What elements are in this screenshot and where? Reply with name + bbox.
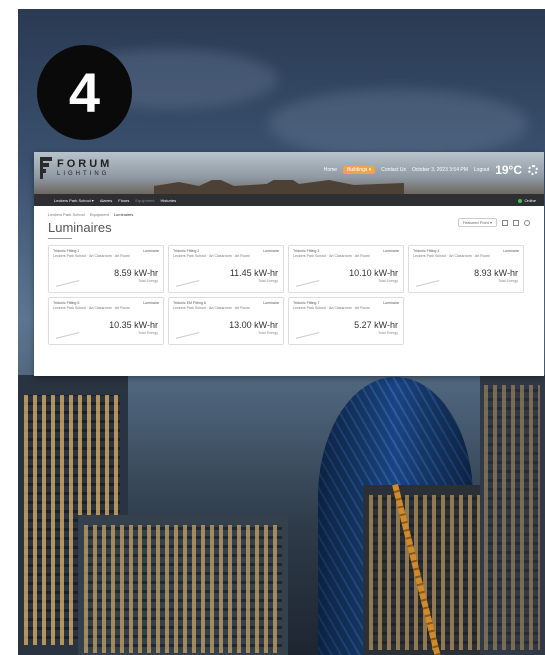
- nav-buildings[interactable]: Buildings ▾: [343, 166, 376, 174]
- featured-point-select[interactable]: Featured Point ▾: [457, 218, 497, 227]
- card-energy-value: 10.35 kW-hr: [109, 320, 158, 330]
- card-location: Leckers Park School · Art Classroom · Ar…: [173, 254, 250, 258]
- card-location: Leckers Park School · Art Classroom · Ar…: [53, 306, 130, 310]
- card-energy-value: 5.27 kW-hr: [354, 320, 398, 330]
- card-type: Luminaire: [383, 301, 399, 305]
- luminaire-icon: [54, 327, 80, 339]
- luminaire-icon: [414, 275, 440, 287]
- logo-mark-icon: [40, 157, 52, 179]
- gear-icon[interactable]: [528, 165, 538, 175]
- subnav-floors[interactable]: Floors: [118, 198, 129, 203]
- sub-navigation: Leckers Park School ▾ Alarms Floors Equi…: [34, 194, 544, 206]
- breadcrumb-equipment[interactable]: Equipment: [90, 212, 109, 217]
- nav-logout[interactable]: Logout: [474, 167, 489, 173]
- card-type: Luminaire: [383, 249, 399, 253]
- top-navigation: Home Buildings ▾ Contact Us October 3, 2…: [324, 163, 538, 177]
- nav-home[interactable]: Home: [324, 167, 337, 173]
- luminaire-icon: [54, 275, 80, 287]
- card-energy-value: 8.59 kW-hr: [114, 268, 158, 278]
- subnav-school[interactable]: Leckers Park School ▾: [54, 198, 94, 203]
- card-energy-label: Total Energy: [258, 279, 278, 283]
- header-banner: FORUM LIGHTING Home Buildings ▾ Contact …: [34, 152, 544, 194]
- logo-line1: FORUM: [57, 158, 113, 170]
- luminaire-icon: [174, 327, 200, 339]
- temperature-readout: 19°C: [495, 163, 522, 177]
- breadcrumb-current: Luminaires: [113, 212, 134, 217]
- card-type: Luminaire: [263, 249, 279, 253]
- card-energy-value: 10.10 kW-hr: [349, 268, 398, 278]
- card-type: Luminaire: [143, 249, 159, 253]
- refresh-icon[interactable]: [524, 219, 530, 226]
- cloud: [268, 89, 528, 159]
- card-location: Leckers Park School · Art Classroom · Ar…: [293, 306, 370, 310]
- card-energy-label: Total Energy: [138, 279, 158, 283]
- card-energy-value: 13.00 kW-hr: [229, 320, 278, 330]
- luminaire-card[interactable]: Tridonic Fitting 7 Leckers Park School · …: [288, 297, 404, 345]
- title-underline: [48, 238, 72, 239]
- card-location: Leckers Park School · Art Classroom · Ar…: [413, 254, 490, 258]
- card-type: Luminaire: [503, 249, 519, 253]
- list-view-icon[interactable]: [513, 219, 519, 226]
- luminaire-card[interactable]: Tridonic Fitting 1 Leckers Park School · …: [48, 245, 164, 293]
- card-type: Luminaire: [143, 301, 159, 305]
- status-label: Online: [524, 198, 536, 203]
- luminaire-icon: [294, 327, 320, 339]
- breadcrumb: Leckers Park School Equipment Luminaires: [48, 212, 530, 217]
- card-location: Leckers Park School · Art Classroom · Ar…: [293, 254, 370, 258]
- subnav-alarms[interactable]: Alarms: [100, 198, 112, 203]
- nav-contact[interactable]: Contact Us: [381, 167, 406, 173]
- app-screenshot: FORUM LIGHTING Home Buildings ▾ Contact …: [34, 152, 544, 376]
- luminaire-card[interactable]: Tridonic EM Fitting 6 Leckers Park School…: [168, 297, 284, 345]
- building: [78, 515, 288, 655]
- view-tools: Featured Point ▾: [457, 218, 530, 227]
- page-title: Luminaires: [48, 220, 112, 235]
- building: [480, 375, 545, 655]
- breadcrumb-school[interactable]: Leckers Park School: [48, 212, 85, 217]
- status-dot-icon: [518, 198, 523, 203]
- logo-text: FORUM LIGHTING: [57, 158, 112, 178]
- forum-lighting-logo[interactable]: FORUM LIGHTING: [40, 157, 112, 179]
- title-bar: Luminaires Featured Point ▾: [48, 218, 530, 239]
- luminaire-card[interactable]: Tridonic Fitting 2 Leckers Park School · …: [168, 245, 284, 293]
- card-energy-label: Total Energy: [498, 279, 518, 283]
- luminaire-card[interactable]: Tridonic Fitting 4 Leckers Park School · …: [408, 245, 524, 293]
- logo-line2: LIGHTING: [57, 171, 110, 177]
- card-location: Leckers Park School · Art Classroom · Ar…: [53, 254, 130, 258]
- luminaire-icon: [174, 275, 200, 287]
- luminaire-card[interactable]: Tridonic Fitting 3 Leckers Park School · …: [288, 245, 404, 293]
- step-number-badge: 4: [37, 45, 132, 140]
- nav-datetime: October 3, 2023 3:54 PM: [412, 167, 468, 173]
- luminaire-icon: [294, 275, 320, 287]
- online-status: Online: [518, 198, 536, 203]
- subnav-histories[interactable]: Histories: [161, 198, 177, 203]
- subnav-equipment[interactable]: Equipment: [135, 198, 154, 203]
- card-location: Leckers Park School · Art Classroom · Ar…: [173, 306, 250, 310]
- card-energy-value: 11.45 kW-hr: [229, 268, 278, 278]
- card-type: Luminaire: [263, 301, 279, 305]
- card-energy-label: Total Energy: [258, 331, 278, 335]
- luminaire-card-grid: Tridonic Fitting 1 Leckers Park School · …: [48, 245, 530, 345]
- card-energy-value: 8.93 kW-hr: [474, 268, 518, 278]
- banner-rooftops: [154, 174, 404, 194]
- card-energy-label: Total Energy: [378, 279, 398, 283]
- luminaire-card[interactable]: Tridonic Fitting 5 Leckers Park School · …: [48, 297, 164, 345]
- main-content: Leckers Park School Equipment Luminaires…: [34, 206, 544, 351]
- card-energy-label: Total Energy: [378, 331, 398, 335]
- card-energy-label: Total Energy: [138, 331, 158, 335]
- grid-view-icon[interactable]: [502, 219, 508, 226]
